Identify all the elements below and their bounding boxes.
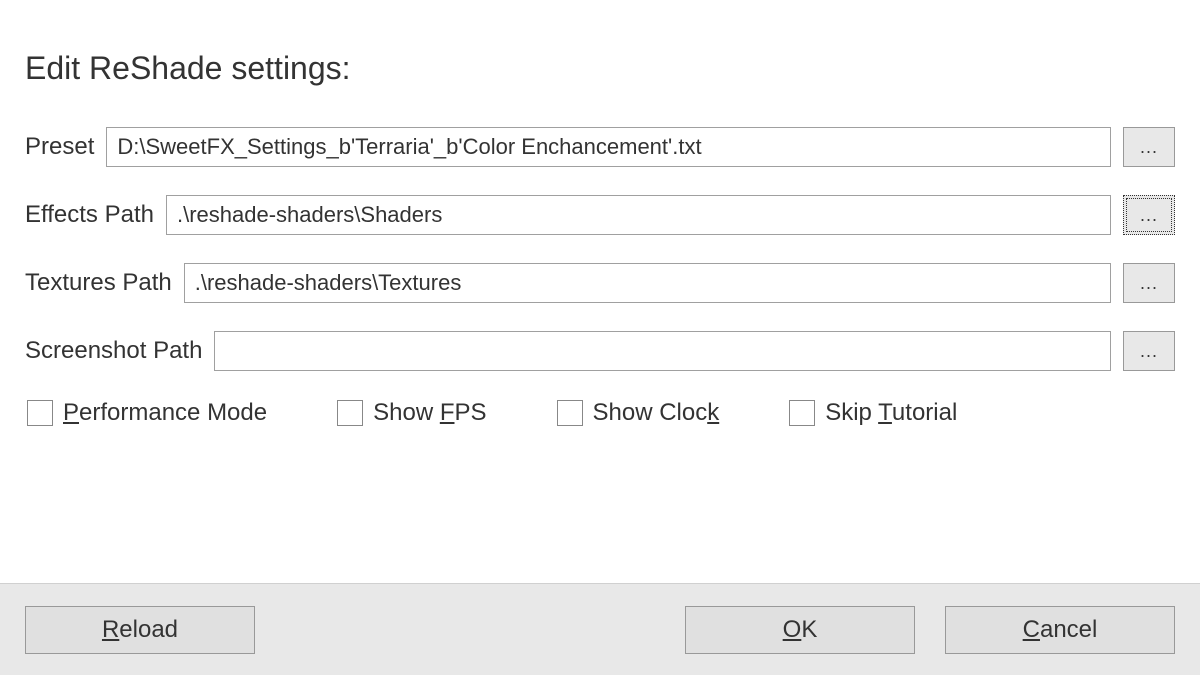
- effects-path-input[interactable]: [166, 195, 1111, 235]
- textures-path-label: Textures Path: [25, 269, 172, 297]
- show-fps-label: Show FPS: [373, 399, 486, 427]
- textures-path-row: Textures Path ...: [25, 263, 1175, 303]
- screenshot-path-row: Screenshot Path ...: [25, 331, 1175, 371]
- effects-path-label: Effects Path: [25, 201, 154, 229]
- checkbox-box-icon: [27, 400, 53, 426]
- show-fps-checkbox[interactable]: Show FPS: [337, 399, 486, 427]
- screenshot-path-input[interactable]: [214, 331, 1111, 371]
- performance-mode-label: Performance Mode: [63, 399, 267, 427]
- ok-button[interactable]: OK: [685, 606, 915, 654]
- button-bar: Reload OK Cancel: [0, 583, 1200, 675]
- cancel-button[interactable]: Cancel: [945, 606, 1175, 654]
- skip-tutorial-checkbox[interactable]: Skip Tutorial: [789, 399, 957, 427]
- preset-label: Preset: [25, 133, 94, 161]
- dialog-title: Edit ReShade settings:: [25, 50, 1175, 87]
- screenshot-path-browse-button[interactable]: ...: [1123, 331, 1175, 371]
- skip-tutorial-label: Skip Tutorial: [825, 399, 957, 427]
- textures-path-browse-button[interactable]: ...: [1123, 263, 1175, 303]
- preset-row: Preset ...: [25, 127, 1175, 167]
- show-clock-checkbox[interactable]: Show Clock: [557, 399, 720, 427]
- reload-button[interactable]: Reload: [25, 606, 255, 654]
- checkbox-box-icon: [337, 400, 363, 426]
- performance-mode-checkbox[interactable]: Performance Mode: [27, 399, 267, 427]
- show-clock-label: Show Clock: [593, 399, 720, 427]
- checkbox-box-icon: [789, 400, 815, 426]
- checkbox-box-icon: [557, 400, 583, 426]
- textures-path-input[interactable]: [184, 263, 1111, 303]
- preset-input[interactable]: [106, 127, 1111, 167]
- effects-path-browse-button[interactable]: ...: [1123, 195, 1175, 235]
- effects-path-row: Effects Path ...: [25, 195, 1175, 235]
- checkbox-row: Performance Mode Show FPS Show Clock Ski…: [25, 399, 1175, 427]
- preset-browse-button[interactable]: ...: [1123, 127, 1175, 167]
- screenshot-path-label: Screenshot Path: [25, 337, 202, 365]
